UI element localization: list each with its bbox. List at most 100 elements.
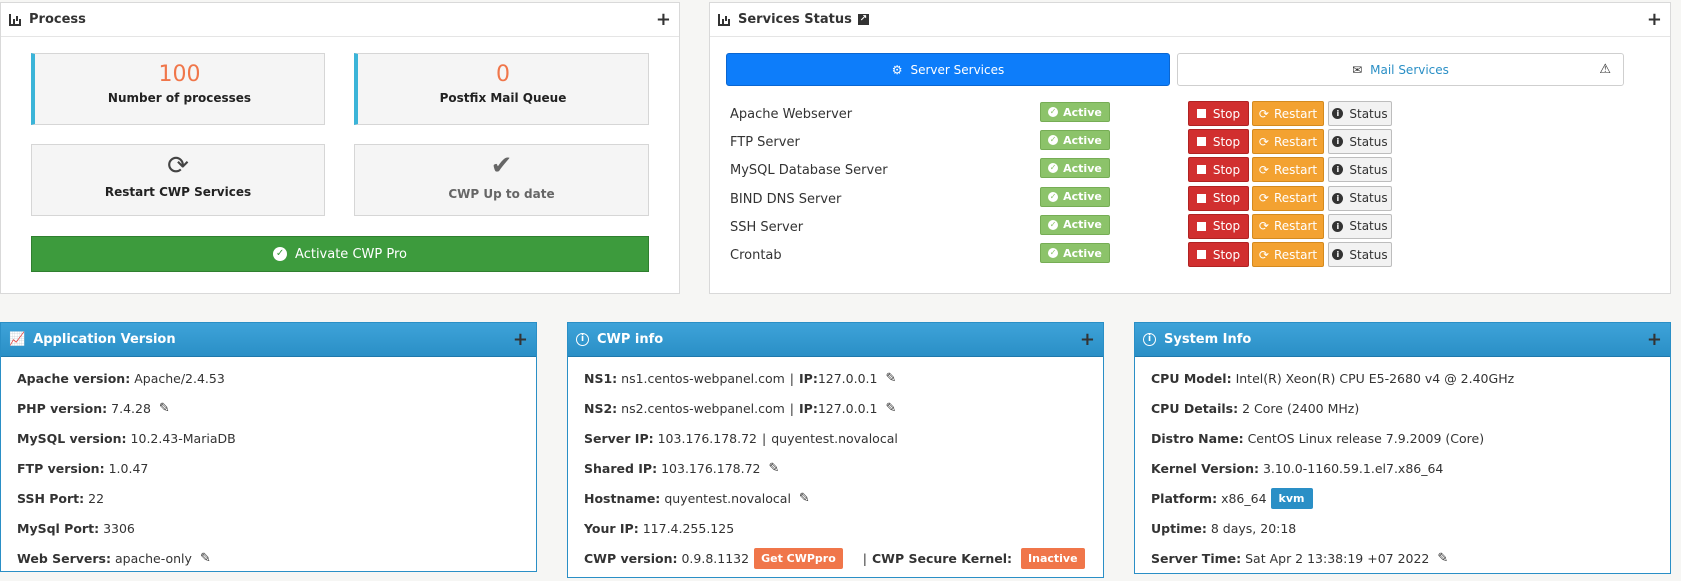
expand-button[interactable]: + <box>1647 9 1662 30</box>
tab-server-services-label: Server Services <box>910 62 1005 77</box>
status-badge: ✓ Active <box>1040 130 1110 151</box>
service-row: SSH Server ✓ Active Stop ⟳ Restart i Status <box>730 213 1400 241</box>
hostname-line: Hostname: quyentest.novalocal ✎ <box>584 490 810 506</box>
tab-mail-services[interactable]: ✉ Mail Services ⚠ <box>1177 53 1624 86</box>
service-row: FTP Server ✓ Active Stop ⟳ Restart i Status <box>730 129 1400 156</box>
pencil-icon[interactable]: ✎ <box>885 401 896 416</box>
status-button[interactable]: i Status <box>1328 129 1392 155</box>
mail-queue-count: 0 <box>496 62 510 87</box>
cwpinfo-panel-header: i CWP info + <box>568 323 1103 357</box>
external-link-icon[interactable]: ↗ <box>857 14 869 25</box>
refresh-icon: ⟳ <box>1258 247 1269 262</box>
distro-line: Distro Name: CentOS Linux release 7.9.200… <box>1151 430 1485 446</box>
service-name: BIND DNS Server <box>730 191 842 207</box>
status-button[interactable]: i Status <box>1328 157 1392 183</box>
kvm-badge: kvm <box>1270 487 1313 509</box>
server-ip-line: Server IP: 103.176.178.72 | quyentest.nov… <box>584 430 898 446</box>
expand-button[interactable]: + <box>656 9 671 30</box>
status-button[interactable]: i Status <box>1328 185 1392 211</box>
service-name: Apache Webserver <box>730 107 853 122</box>
cwp-version-line: CWP version: 0.9.8.1132 Get CWPpro | CWP … <box>584 543 1103 573</box>
check-circle-icon: ✓ <box>1048 163 1059 174</box>
get-cwppro-button[interactable]: Get CWPpro <box>754 547 843 569</box>
stop-button[interactable]: Stop <box>1188 213 1249 239</box>
restart-button[interactable]: ⟳ Restart <box>1252 101 1324 126</box>
pencil-icon[interactable]: ✎ <box>885 371 896 386</box>
system-info-panel: i System Info + CPU Model: Intel(R) Xeon(… <box>1134 322 1671 574</box>
processes-label: Number of processes <box>107 91 252 105</box>
cwp-info-panel: i CWP info + NS1: ns1.centos-webpanel.com… <box>567 322 1104 578</box>
application-version-panel: 📈 Application Version + Apache version: A… <box>0 322 537 572</box>
server-time-line: Server Time: Sat Apr 2 13:38:19 +07 2022 ✎ <box>1151 550 1449 566</box>
uptime-line: Uptime: 8 days, 20:18 <box>1151 520 1297 536</box>
info-icon: i <box>1332 136 1344 148</box>
panel-title: System Info <box>1164 332 1252 347</box>
check-circle-icon: ✓ <box>1048 107 1059 117</box>
restart-button[interactable]: ⟳ Restart <box>1252 213 1324 239</box>
expand-button[interactable]: + <box>1080 329 1095 350</box>
pencil-icon[interactable]: ✎ <box>1437 551 1448 566</box>
activate-label: Activate CWP Pro <box>295 246 407 262</box>
refresh-icon: ⟳ <box>1258 162 1269 177</box>
processes-count: 100 <box>158 62 201 87</box>
php-version-line: PHP version: 7.4.28 ✎ <box>17 400 170 416</box>
status-button[interactable]: i Status <box>1328 213 1392 239</box>
tab-mail-services-label: Mail Services <box>1370 62 1449 77</box>
restart-button[interactable]: ⟳ Restart <box>1252 129 1324 155</box>
status-button[interactable]: i Status <box>1328 101 1392 126</box>
expand-button[interactable]: + <box>1647 329 1662 350</box>
ftp-version-line: FTP version: 1.0.47 <box>17 460 149 476</box>
tab-server-services[interactable]: ⚙ Server Services <box>726 53 1170 86</box>
status-button[interactable]: i Status <box>1328 242 1392 267</box>
info-icon: i <box>576 333 589 346</box>
pencil-icon[interactable]: ✎ <box>769 461 780 476</box>
info-icon: i <box>1143 333 1156 346</box>
cwpinfo-list: NS1: ns1.centos-webpanel.com | IP: 127.0.0… <box>568 357 1103 573</box>
check-circle-icon: ✓ <box>1048 219 1059 230</box>
expand-button[interactable]: + <box>513 329 528 350</box>
stop-icon <box>1196 193 1206 203</box>
status-badge: ✓ Active <box>1040 243 1110 263</box>
status-badge: ✓ Active <box>1040 158 1110 179</box>
pencil-icon[interactable]: ✎ <box>159 401 170 416</box>
service-name: Crontab <box>730 248 782 263</box>
process-panel: Process + 100 Number of processes 0 Post… <box>0 2 680 294</box>
stop-button[interactable]: Stop <box>1188 242 1249 267</box>
status-badge: ✓ Active <box>1040 186 1110 207</box>
services-panel-header: Services Status ↗ + <box>710 3 1670 37</box>
refresh-icon: ⟳ <box>1258 219 1269 234</box>
restart-button[interactable]: ⟳ Restart <box>1252 242 1324 267</box>
restart-button[interactable]: ⟳ Restart <box>1252 157 1324 183</box>
checkmark-icon: ✔ <box>490 151 513 181</box>
service-row: BIND DNS Server ✓ Active Stop ⟳ Restart i Statu… <box>730 185 1400 213</box>
apache-version-line: Apache version: Apache/2.4.53 <box>17 370 225 386</box>
service-row: Apache Webserver ✓ Active Stop ⟳ Restart i Stat… <box>730 101 1400 128</box>
bar-chart-icon <box>9 13 21 26</box>
service-name: MySQL Database Server <box>730 163 888 179</box>
panel-title: Application Version <box>33 332 176 347</box>
ssh-port-line: SSH Port: 22 <box>17 490 105 506</box>
mysql-version-line: MySQL version: 10.2.43-MariaDB <box>17 430 236 446</box>
restart-button[interactable]: ⟳ Restart <box>1252 185 1324 211</box>
restart-cwp-button[interactable]: ⟳ Restart CWP Services <box>31 144 325 216</box>
refresh-icon: ⟳ <box>1258 134 1269 149</box>
check-circle-icon: ✓ <box>273 247 288 261</box>
your-ip-line: Your IP: 117.4.255.125 <box>584 520 735 536</box>
bar-chart-icon <box>718 13 730 26</box>
shared-ip-line: Shared IP: 103.176.178.72 ✎ <box>584 460 780 476</box>
stop-button[interactable]: Stop <box>1188 157 1249 183</box>
line-chart-icon: 📈 <box>9 332 26 347</box>
refresh-icon: ⟳ <box>1258 106 1269 121</box>
stop-icon <box>1196 165 1206 175</box>
stop-button[interactable]: Stop <box>1188 185 1249 211</box>
stop-button[interactable]: Stop <box>1188 101 1249 126</box>
stop-button[interactable]: Stop <box>1188 129 1249 155</box>
service-name: FTP Server <box>730 135 800 151</box>
appver-panel-header: 📈 Application Version + <box>1 323 536 357</box>
panel-title: Services Status <box>738 12 852 27</box>
activate-cwp-pro-button[interactable]: ✓ Activate CWP Pro <box>31 236 649 272</box>
info-icon: i <box>1332 249 1344 260</box>
status-badge: ✓ Active <box>1040 102 1110 122</box>
pencil-icon[interactable]: ✎ <box>200 551 211 566</box>
pencil-icon[interactable]: ✎ <box>799 491 810 506</box>
